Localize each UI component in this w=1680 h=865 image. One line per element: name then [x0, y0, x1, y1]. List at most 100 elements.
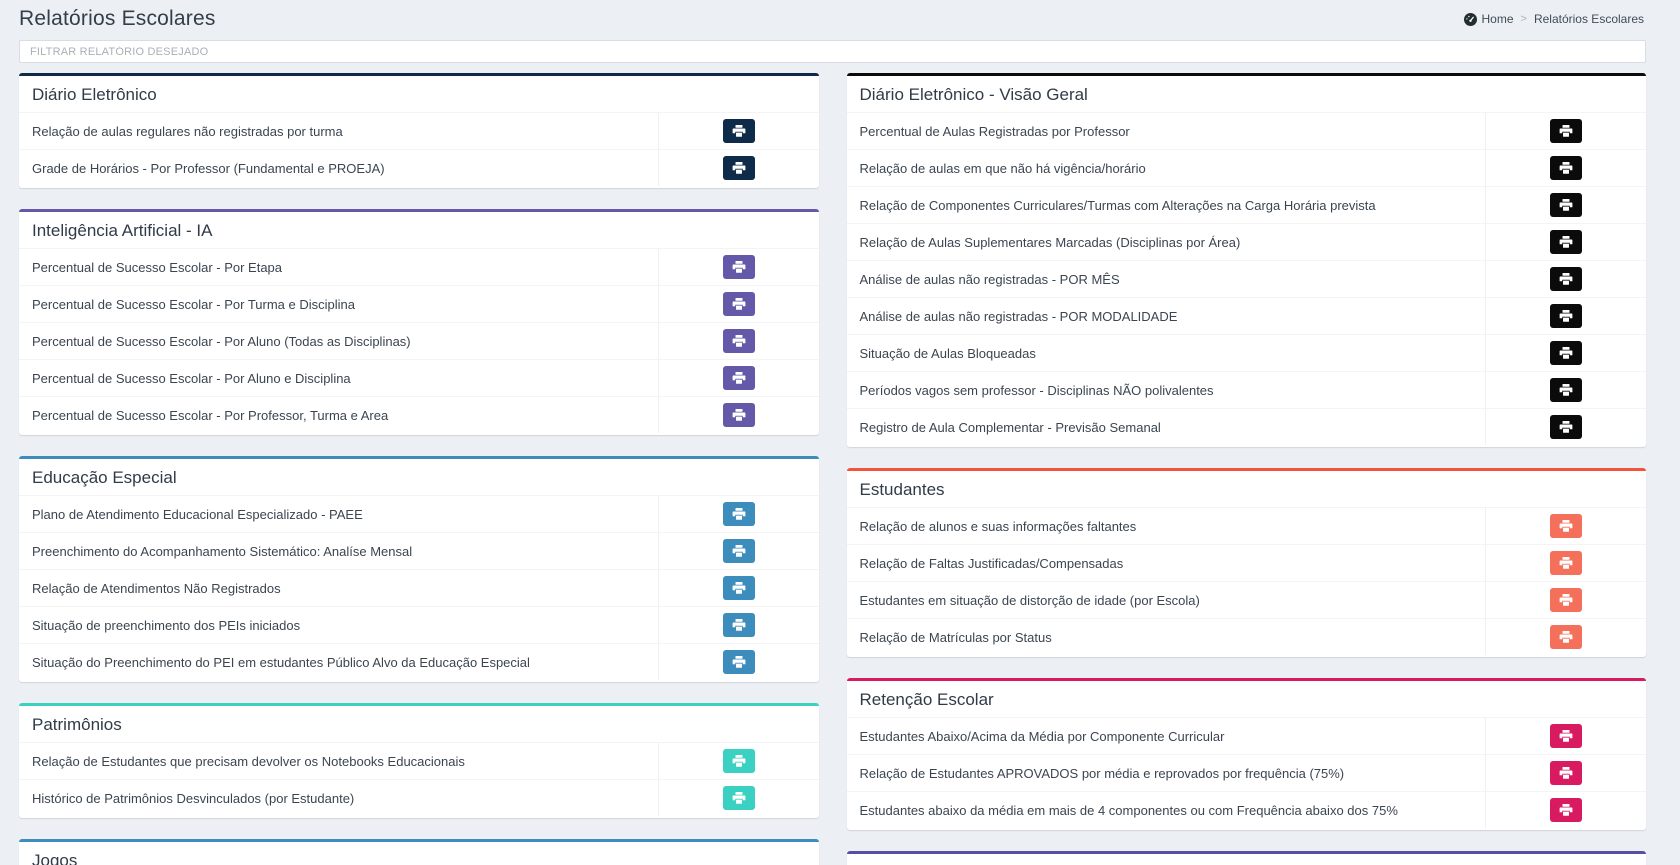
report-label: Histórico de Patrimônios Desvinculados (…: [19, 780, 659, 816]
report-action-cell: [659, 360, 819, 396]
print-button[interactable]: [1550, 514, 1582, 538]
printer-icon: [1559, 420, 1573, 434]
report-label: Relação de Estudantes que precisam devol…: [19, 743, 659, 779]
printer-icon: [732, 260, 746, 274]
printer-icon: [732, 618, 746, 632]
print-button[interactable]: [723, 786, 755, 810]
report-label: Estudantes em situação de distorção de i…: [847, 582, 1487, 618]
report-label: Percentual de Sucesso Escolar - Por Etap…: [19, 249, 659, 285]
report-row: Análise de aulas não registradas - POR M…: [847, 260, 1647, 297]
print-button[interactable]: [1550, 304, 1582, 328]
card-rows: Estudantes Abaixo/Acima da Média por Com…: [847, 717, 1647, 828]
report-label: Plano de Atendimento Educacional Especia…: [19, 496, 659, 532]
report-label: Situação de Aulas Bloqueadas: [847, 335, 1487, 371]
print-button[interactable]: [723, 502, 755, 526]
report-label: Análise de aulas não registradas - POR M…: [847, 298, 1487, 334]
card-title: Estudantes: [847, 471, 1647, 507]
report-action-cell: [1486, 755, 1646, 791]
printer-icon: [1559, 556, 1573, 570]
report-action-cell: [1486, 619, 1646, 655]
breadcrumb-home-link[interactable]: Home: [1464, 12, 1514, 26]
report-row: Relação de alunos e suas informações fal…: [847, 507, 1647, 544]
report-action-cell: [1486, 187, 1646, 223]
report-label: Relação de Aulas Suplementares Marcadas …: [847, 224, 1487, 260]
report-action-cell: [659, 570, 819, 606]
report-action-cell: [659, 113, 819, 149]
print-button[interactable]: [723, 255, 755, 279]
card-rows: Relação de Estudantes que precisam devol…: [19, 742, 819, 816]
report-label: Relação de Componentes Curriculares/Turm…: [847, 187, 1487, 223]
report-action-cell: [659, 286, 819, 322]
report-action-cell: [659, 644, 819, 680]
printer-icon: [732, 581, 746, 595]
print-button[interactable]: [723, 329, 755, 353]
report-row: Relação de Atendimentos Não Registrados: [19, 569, 819, 606]
card-title: Retenção Escolar: [847, 681, 1647, 717]
card-rows: Percentual de Sucesso Escolar - Por Etap…: [19, 248, 819, 433]
print-button[interactable]: [723, 119, 755, 143]
print-button[interactable]: [723, 613, 755, 637]
report-action-cell: [659, 323, 819, 359]
printer-icon: [732, 297, 746, 311]
report-label: Relação de aulas em que não há vigência/…: [847, 150, 1487, 186]
printer-icon: [1559, 519, 1573, 533]
print-button[interactable]: [1550, 267, 1582, 291]
print-button[interactable]: [1550, 415, 1582, 439]
report-row: Situação de preenchimento dos PEIs inici…: [19, 606, 819, 643]
printer-icon: [732, 754, 746, 768]
report-action-cell: [659, 743, 819, 779]
printer-icon: [1559, 272, 1573, 286]
report-label: Situação de preenchimento dos PEIs inici…: [19, 607, 659, 643]
print-button[interactable]: [723, 576, 755, 600]
report-card: Retenção Escolar Estudantes Abaixo/Acima…: [847, 678, 1647, 830]
report-label: Grade de Horários - Por Professor (Funda…: [19, 150, 659, 186]
print-button[interactable]: [1550, 798, 1582, 822]
card-rows: Relação de alunos e suas informações fal…: [847, 507, 1647, 655]
card-rows: Relação de aulas regulares não registrad…: [19, 112, 819, 186]
print-button[interactable]: [1550, 551, 1582, 575]
print-button[interactable]: [1550, 193, 1582, 217]
report-action-cell: [1486, 372, 1646, 408]
print-button[interactable]: [1550, 156, 1582, 180]
print-button[interactable]: [1550, 625, 1582, 649]
printer-icon: [1559, 593, 1573, 607]
card-title: Patrimônios: [19, 706, 819, 742]
report-row: Relação de Matrículas por Status: [847, 618, 1647, 655]
report-row: Relação de Estudantes que precisam devol…: [19, 742, 819, 779]
print-button[interactable]: [723, 749, 755, 773]
filter-wrap: [19, 40, 1646, 63]
report-card: Diário Eletrônico - Visão Geral Percentu…: [847, 73, 1647, 447]
print-button[interactable]: [1550, 230, 1582, 254]
report-action-cell: [1486, 113, 1646, 149]
report-card: Educação Especial Plano de Atendimento E…: [19, 456, 819, 682]
print-button[interactable]: [1550, 588, 1582, 612]
printer-icon: [732, 124, 746, 138]
printer-icon: [1559, 161, 1573, 175]
print-button[interactable]: [723, 366, 755, 390]
report-label: Percentual de Sucesso Escolar - Por Prof…: [19, 397, 659, 433]
print-button[interactable]: [723, 650, 755, 674]
print-button[interactable]: [723, 539, 755, 563]
print-button[interactable]: [1550, 341, 1582, 365]
report-action-cell: [659, 780, 819, 816]
page-title: Relatórios Escolares: [19, 7, 216, 31]
print-button[interactable]: [723, 292, 755, 316]
report-action-cell: [1486, 261, 1646, 297]
dashboard-icon: [1464, 13, 1477, 26]
report-filter-input[interactable]: [19, 40, 1646, 63]
print-button[interactable]: [1550, 761, 1582, 785]
printer-icon: [1559, 235, 1573, 249]
print-button[interactable]: [1550, 119, 1582, 143]
print-button[interactable]: [723, 403, 755, 427]
print-button[interactable]: [1550, 724, 1582, 748]
report-action-cell: [1486, 409, 1646, 445]
report-row: Percentual de Sucesso Escolar - Por Alun…: [19, 322, 819, 359]
printer-icon: [1559, 198, 1573, 212]
breadcrumb-current: Relatórios Escolares: [1534, 12, 1644, 26]
report-row: Estudantes em situação de distorção de i…: [847, 581, 1647, 618]
report-card: Fechamento do Ano Letivo: [847, 851, 1647, 865]
report-label: Relação de Atendimentos Não Registrados: [19, 570, 659, 606]
report-row: Grade de Horários - Por Professor (Funda…: [19, 149, 819, 186]
print-button[interactable]: [723, 156, 755, 180]
print-button[interactable]: [1550, 378, 1582, 402]
